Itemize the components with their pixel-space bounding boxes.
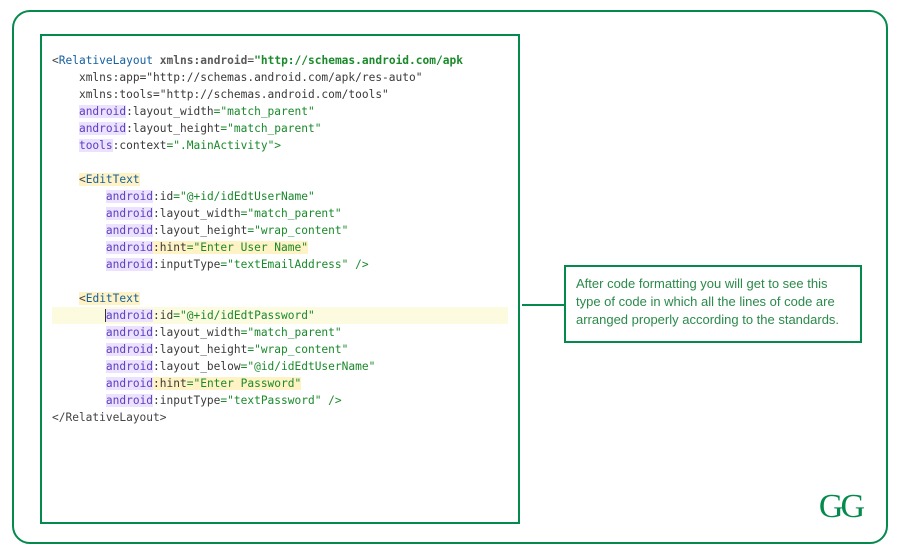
outer-frame: <RelativeLayout xmlns:android="http://sc… [12, 10, 888, 544]
callout-text: After code formatting you will get to se… [576, 276, 839, 327]
callout-connector [522, 304, 564, 306]
logo: GG [819, 488, 862, 526]
callout-box: After code formatting you will get to se… [564, 265, 862, 343]
code-panel: <RelativeLayout xmlns:android="http://sc… [40, 34, 520, 524]
code-content: <RelativeLayout xmlns:android="http://sc… [52, 52, 508, 426]
